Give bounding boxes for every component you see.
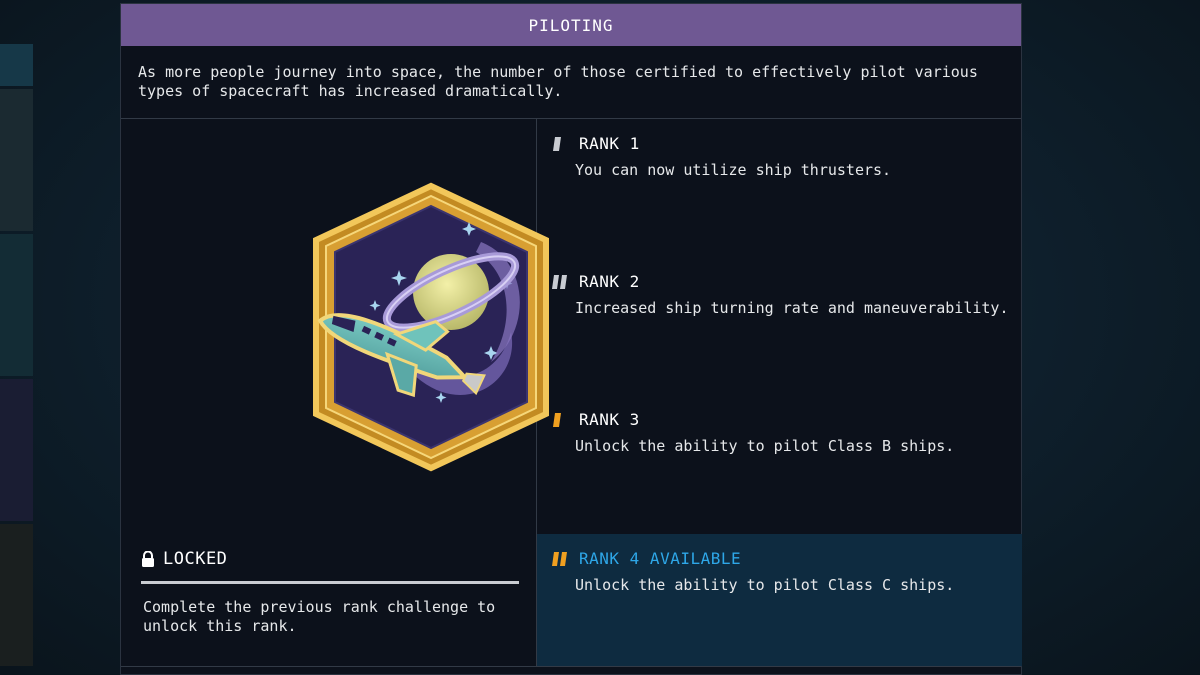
rank-3-marker-icon — [553, 412, 561, 427]
rank-3-item[interactable]: RANK 3 Unlock the ability to pilot Class… — [551, 410, 1011, 455]
piloting-skill-patch-icon — [291, 182, 571, 472]
divider — [121, 118, 1021, 119]
category-tab-5[interactable] — [0, 524, 33, 666]
rank-2-description: Increased ship turning rate and maneuver… — [575, 299, 1009, 317]
rank-1-marker-icon — [553, 136, 561, 151]
category-tab-1[interactable] — [0, 44, 33, 86]
rank-4-description: Unlock the ability to pilot Class C ship… — [575, 576, 955, 594]
locked-status: LOCKED — [141, 549, 227, 569]
skill-description: As more people journey into space, the n… — [138, 63, 978, 100]
rank-2-marker-icon — [552, 274, 567, 289]
rank-2-title: RANK 2 — [579, 272, 640, 291]
divider — [121, 666, 1021, 667]
locked-label: LOCKED — [163, 549, 228, 569]
skill-title: PILOTING — [121, 4, 1021, 46]
lock-icon — [142, 551, 154, 567]
rank-progress-bar — [141, 581, 519, 584]
category-tab-4[interactable] — [0, 379, 33, 521]
rank-4-marker-icon — [552, 551, 567, 566]
rank-3-title: RANK 3 — [579, 410, 640, 429]
rank-1-item[interactable]: RANK 1 You can now utilize ship thruster… — [551, 134, 1011, 179]
rank-4-title: RANK 4 AVAILABLE — [579, 549, 742, 568]
skill-category-tabs — [0, 44, 33, 668]
rank-3-description: Unlock the ability to pilot Class B ship… — [575, 437, 955, 455]
category-tab-3[interactable] — [0, 234, 33, 376]
rank-2-item[interactable]: RANK 2 Increased ship turning rate and m… — [551, 272, 1011, 317]
rank-1-title: RANK 1 — [579, 134, 640, 153]
rank-1-description: You can now utilize ship thrusters. — [575, 161, 892, 179]
rank-4-item[interactable]: RANK 4 AVAILABLE Unlock the ability to p… — [551, 549, 1011, 594]
locked-description: Complete the previous rank challenge to … — [143, 598, 496, 635]
skill-detail-panel: PILOTING As more people journey into spa… — [120, 3, 1022, 675]
category-tab-2[interactable] — [0, 89, 33, 231]
